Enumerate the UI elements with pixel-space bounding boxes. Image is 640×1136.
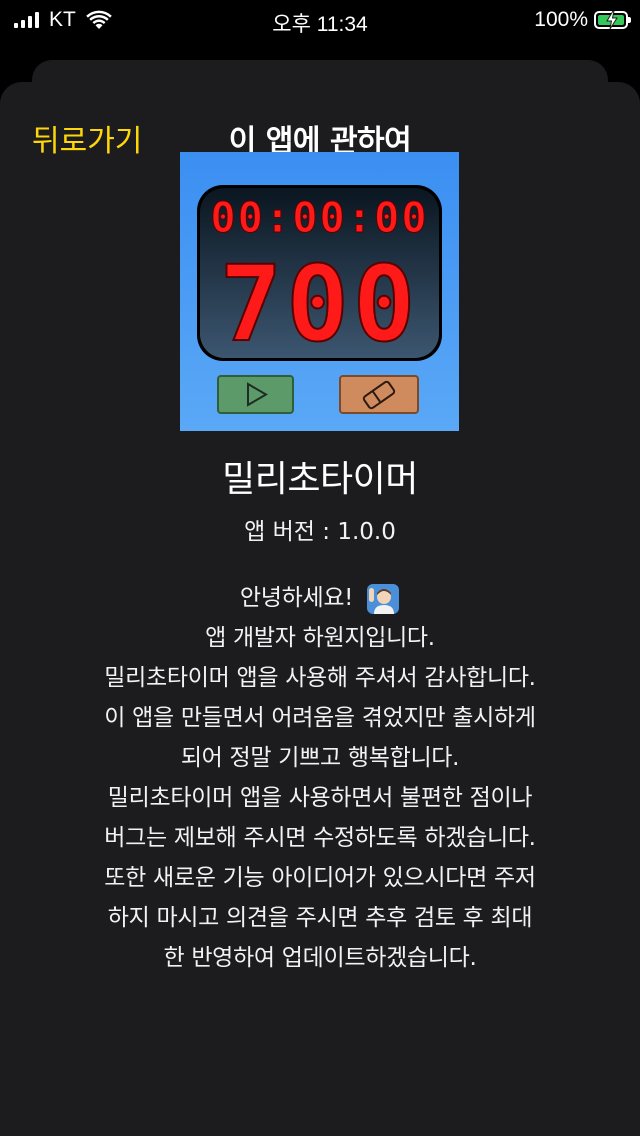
icon-counter-text: 700 xyxy=(220,243,420,365)
description-line: 밀리초타이머 앱을 사용해 주셔서 감사합니다. xyxy=(104,665,536,691)
description-line: 이 앱을 만들면서 어려움을 겪었지만 출시하게 xyxy=(104,705,536,731)
person-raising-hand-emoji xyxy=(367,583,400,614)
description-line: 버그는 제보해 주시면 수정하도록 하겠습니다. xyxy=(104,825,536,851)
app-version: 앱 버전 : 1.0.0 xyxy=(244,519,396,545)
status-bar: KT 오후 11:34 100% xyxy=(0,0,640,40)
icon-timer-text: 00:00:00 xyxy=(210,193,428,242)
app-name: 밀리초타이머 xyxy=(222,459,418,500)
description-line: 또한 새로운 기능 아이디어가 있으시다면 주저 xyxy=(104,865,536,891)
eraser-icon xyxy=(339,375,419,414)
description-line: 하지 마시고 의견을 주시면 추후 검토 후 최대 xyxy=(107,905,533,931)
description-line: 밀리초타이머 앱을 사용하면서 불편한 점이나 xyxy=(107,785,533,811)
greeting-line: 안녕하세요! xyxy=(20,578,620,618)
screen: KT 오후 11:34 100% 뒤로가기 이 앱에 관하여 00:00:00 … xyxy=(0,0,640,1136)
description-line: 앱 개발자 하원지입니다. xyxy=(205,625,435,651)
navigation-bar: 뒤로가기 이 앱에 관하여 xyxy=(0,116,640,159)
battery-charging-icon xyxy=(594,11,631,29)
cellular-signal-icon xyxy=(14,12,39,28)
play-icon xyxy=(217,375,294,414)
app-icon: 00:00:00 700 xyxy=(180,152,459,431)
battery-percent: 100% xyxy=(534,8,588,31)
description: 안녕하세요! 앱 개발자 하원지입니다. 밀리초타이머 앱을 사용해 주셔서 감사… xyxy=(20,578,620,978)
description-line: 되어 정말 기쁘고 행복합니다. xyxy=(180,745,460,771)
description-line: 한 반영하여 업데이트하겠습니다. xyxy=(163,945,477,971)
greeting-text: 안녕하세요! xyxy=(239,585,354,611)
carrier-label: KT xyxy=(49,8,76,31)
wifi-icon xyxy=(86,10,112,29)
